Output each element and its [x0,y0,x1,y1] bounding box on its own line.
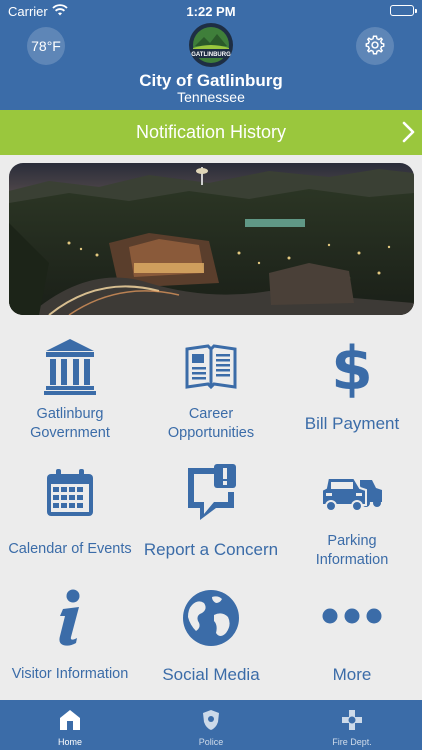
police-badge-icon [141,709,281,731]
settings-button[interactable] [356,27,394,65]
status-bar: Carrier 1:22 PM [0,0,422,22]
tab-police[interactable]: Police [141,700,281,750]
gatlinburg-government-tile[interactable]: Gatlinburg Government [0,333,140,453]
parking-information-label: Parking Information [315,533,389,568]
cars-icon [282,474,422,512]
notification-history-bar[interactable]: Notification History [0,110,422,155]
government-building-icon [0,337,140,395]
status-time: 1:22 PM [186,4,236,19]
visitor-information-label: Visitor Information [11,666,129,682]
more-dots-icon [282,607,422,625]
temperature-badge[interactable]: 78°F [27,27,65,65]
notification-history-label: Notification History [135,122,287,142]
tab-police-label: Police [198,737,224,747]
social-media-label: Social Media [162,665,260,684]
chevron-right-icon [402,121,416,148]
calendar-of-events-tile[interactable]: Calendar of Events [0,460,140,580]
app-header: 78°F GATLINBURG City of Gatlinburg Tenne… [0,22,422,110]
city-subtitle: Tennessee [177,89,245,105]
tab-bar: Home Police Fire Dept. [0,700,422,750]
report-concern-icon [141,464,281,520]
report-concern-label: Report a Concern [143,540,279,559]
hero-image [9,163,414,315]
bill-payment-tile[interactable]: $ Bill Payment [282,333,422,453]
career-opportunities-label: Career Opportunities [167,406,255,441]
svg-text:$: $ [334,335,370,399]
fire-badge-icon [282,709,422,731]
newspaper-icon [141,343,281,391]
svg-text:GATLINBURG: GATLINBURG [191,52,231,58]
career-opportunities-tile[interactable]: Career Opportunities [141,333,281,453]
gatlinburg-logo: GATLINBURG [188,22,234,68]
calendar-of-events-label: Calendar of Events [8,541,132,557]
battery-icon [390,5,417,16]
city-title: City of Gatlinburg [139,71,283,90]
dollar-icon: $ [282,335,422,399]
globe-icon [141,589,281,647]
more-tile[interactable]: More [282,585,422,705]
tab-home-label: Home [57,737,82,747]
parking-information-tile[interactable]: Parking Information [282,460,422,580]
gatlinburg-government-label: Gatlinburg Government [30,406,110,441]
more-label: More [332,665,372,684]
tab-fire-dept-label: Fire Dept. [332,737,372,747]
home-icon [0,709,140,731]
visitor-information-tile[interactable]: Visitor Information [0,585,140,705]
bill-payment-label: Bill Payment [304,414,400,433]
calendar-icon [0,468,140,518]
gear-icon [364,34,386,59]
social-media-tile[interactable]: Social Media [141,585,281,705]
tab-home[interactable]: Home [0,700,140,750]
tab-fire-dept[interactable]: Fire Dept. [282,700,422,750]
info-icon [0,589,140,647]
report-concern-tile[interactable]: Report a Concern [141,460,281,580]
